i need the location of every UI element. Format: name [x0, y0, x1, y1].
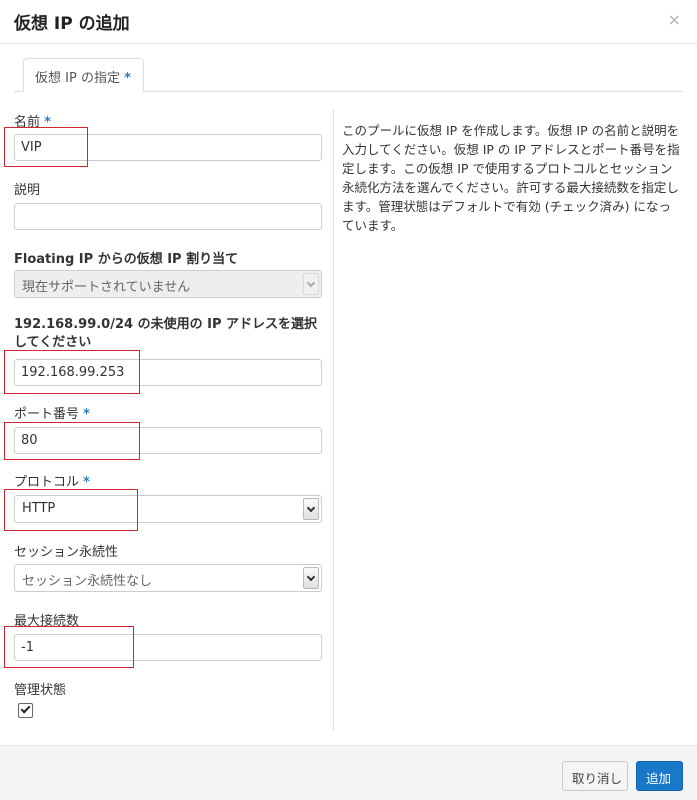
admin-state-label: 管理状態	[14, 683, 67, 698]
ip-address-label: 192.168.99.0/24 の未使用の IP アドレスを選択してください	[14, 317, 318, 350]
floating-ip-select: 現在サポートされていません	[14, 270, 322, 298]
protocol-select[interactable]: HTTP	[14, 495, 322, 523]
column-divider	[333, 110, 334, 730]
protocol-label-text: プロトコル	[14, 475, 80, 490]
max-connections-input[interactable]: -1	[14, 634, 322, 661]
help-text: このプールに仮想 IP を作成します。仮想 IP の名前と説明を入力してください…	[342, 123, 680, 233]
ip-address-input[interactable]: 192.168.99.253	[14, 359, 322, 386]
name-label-text: 名前	[14, 115, 41, 130]
required-mark: *	[83, 407, 90, 422]
description-label: 説明	[14, 183, 41, 198]
session-persistence-select[interactable]: セッション永続性なし	[14, 564, 322, 592]
tab-specify-vip[interactable]: 仮想 IP の指定 *	[23, 58, 144, 92]
port-input[interactable]: 80	[14, 427, 322, 454]
dialog-header: 仮想 IP の追加 ×	[0, 0, 697, 44]
close-icon[interactable]: ×	[668, 10, 681, 29]
tab-bar: 仮想 IP の指定 *	[0, 44, 697, 93]
cancel-button[interactable]: 取り消し	[562, 761, 628, 791]
check-icon	[20, 703, 31, 714]
floating-ip-label: Floating IP からの仮想 IP 割り当て	[14, 252, 239, 267]
chevron-down-icon[interactable]	[303, 498, 319, 520]
admin-state-checkbox[interactable]	[18, 703, 33, 718]
chevron-down-icon[interactable]	[303, 567, 319, 589]
floating-ip-value: 現在サポートされていません	[22, 280, 191, 295]
chevron-down-icon	[303, 273, 319, 295]
port-label: ポート番号 *	[14, 403, 90, 422]
required-mark: *	[44, 115, 51, 130]
required-mark: *	[83, 475, 90, 490]
name-label: 名前 *	[14, 111, 51, 130]
session-persistence-label: セッション永続性	[14, 545, 119, 560]
dialog-title: 仮想 IP の追加	[14, 14, 130, 34]
name-input[interactable]: VIP	[14, 134, 322, 161]
dialog-footer: 取り消し 追加	[0, 745, 697, 800]
protocol-label: プロトコル *	[14, 471, 90, 490]
max-connections-label: 最大接続数	[14, 614, 80, 629]
session-persistence-value: セッション永続性なし	[22, 574, 153, 589]
port-label-text: ポート番号	[14, 407, 80, 422]
description-input[interactable]	[14, 203, 322, 230]
protocol-value: HTTP	[22, 501, 56, 516]
required-mark: *	[124, 71, 131, 86]
tab-label: 仮想 IP の指定	[35, 71, 120, 86]
add-button[interactable]: 追加	[636, 761, 683, 791]
